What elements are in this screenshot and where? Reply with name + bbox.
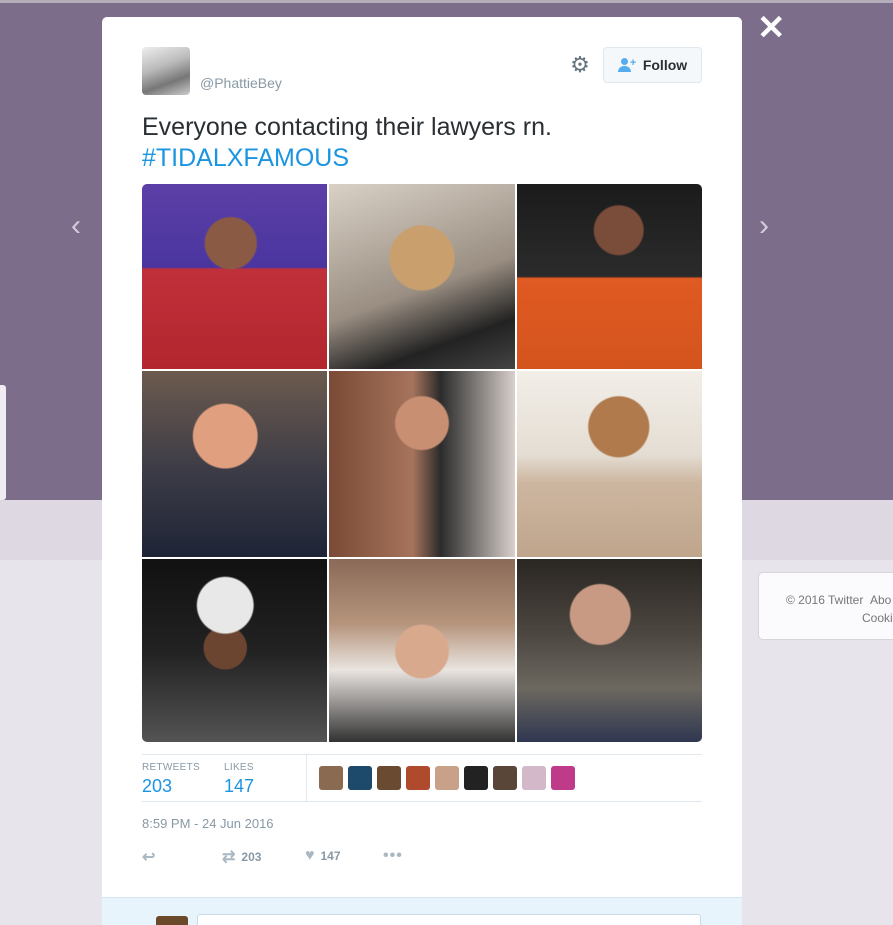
media-photo[interactable] (142, 371, 327, 557)
tweet-modal: @PhattieBey ⚙ + Follow Everyone contacti… (102, 17, 742, 925)
follow-label: Follow (642, 57, 688, 73)
avatar[interactable] (142, 47, 190, 95)
retweets-count: 203 (142, 776, 173, 796)
media-photo[interactable] (329, 371, 515, 557)
media-photo[interactable] (517, 184, 702, 369)
tweet-body: Everyone contacting their lawyers rn. (142, 113, 552, 141)
likes-stat[interactable]: LIKES 147 (224, 762, 254, 797)
more-icon: ••• (383, 847, 403, 864)
liker-avatar[interactable] (435, 766, 459, 790)
liker-avatar[interactable] (377, 766, 401, 790)
retweets-stat[interactable]: RETWEETS 203 (142, 762, 200, 797)
liker-avatar[interactable] (348, 766, 372, 790)
more-button[interactable]: ••• (383, 847, 403, 865)
gear-icon[interactable]: ⚙ (568, 53, 592, 77)
reply-input[interactable] (197, 914, 701, 925)
follow-user-icon: + (617, 58, 636, 72)
tweet-text: Everyone contacting their lawyers rn. #T… (142, 112, 552, 174)
background-card-edge (0, 385, 6, 500)
retweets-label: RETWEETS (142, 762, 200, 773)
liker-avatar[interactable] (319, 766, 343, 790)
likes-count: 147 (224, 776, 255, 796)
avatar (156, 916, 188, 925)
page-top-bar (0, 0, 893, 3)
media-photo[interactable] (517, 371, 702, 557)
close-icon[interactable]: ✕ (757, 11, 786, 45)
username[interactable]: @PhattieBey (200, 75, 282, 91)
chevron-left-icon[interactable]: ‹ (64, 208, 88, 244)
liker-avatars (319, 766, 575, 790)
cookies-link[interactable]: Cooki (786, 611, 893, 625)
about-link[interactable]: Abo (870, 593, 891, 607)
media-photo[interactable] (517, 559, 702, 742)
hashtag-link[interactable]: #TIDALXFAMOUS (142, 143, 552, 174)
retweet-count: 203 (241, 850, 262, 864)
footer-card: © 2016 Twitter Abo Cooki (758, 572, 893, 640)
heart-icon: ♥ (305, 847, 315, 864)
media-photo[interactable] (329, 184, 515, 369)
likes-label: LIKES (224, 762, 254, 773)
liker-avatar[interactable] (522, 766, 546, 790)
like-button[interactable]: ♥ 147 (305, 847, 341, 865)
media-photo[interactable] (142, 184, 327, 369)
reply-bar (102, 897, 742, 925)
reply-button[interactable]: ↩ (142, 847, 155, 867)
media-photo[interactable] (142, 559, 327, 742)
liker-avatar[interactable] (464, 766, 488, 790)
like-count: 147 (320, 849, 341, 863)
liker-avatar[interactable] (551, 766, 575, 790)
retweet-button[interactable]: ⇄ 203 (222, 847, 261, 867)
chevron-right-icon[interactable]: › (752, 208, 776, 244)
liker-avatar[interactable] (406, 766, 430, 790)
divider (142, 754, 702, 755)
divider (306, 754, 307, 801)
divider (142, 801, 702, 802)
copyright-link[interactable]: © 2016 Twitter (786, 593, 863, 607)
media-grid (142, 184, 702, 742)
media-photo[interactable] (329, 559, 515, 742)
tweet-timestamp[interactable]: 8:59 PM - 24 Jun 2016 (142, 816, 274, 831)
follow-button[interactable]: + Follow (603, 47, 702, 83)
retweet-icon: ⇄ (222, 849, 236, 866)
liker-avatar[interactable] (493, 766, 517, 790)
reply-icon: ↩ (142, 849, 156, 866)
